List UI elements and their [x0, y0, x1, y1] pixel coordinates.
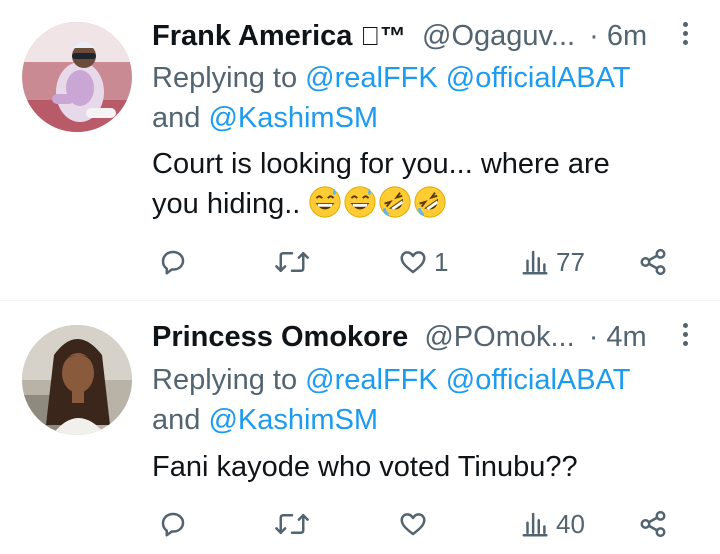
rolling-laughing-emoji: [414, 186, 446, 218]
mention-link[interactable]: @officialABAT: [446, 364, 631, 396]
views-count: 40: [556, 508, 585, 539]
retweet-icon: [275, 514, 309, 534]
tweet-actions: 1 77: [152, 242, 692, 282]
like-button[interactable]: [398, 504, 434, 544]
tweet-actions: 40: [152, 504, 692, 544]
author-handle[interactable]: @POmok...: [424, 321, 574, 353]
views-button[interactable]: 40: [520, 504, 585, 544]
mention-link[interactable]: @officialABAT: [446, 62, 631, 94]
views-icon: [522, 512, 548, 537]
replying-prefix: Replying to: [152, 62, 298, 94]
grinning-sweat-emoji: [309, 186, 341, 218]
mention-link[interactable]: @realFFK: [305, 364, 438, 396]
retweet-button[interactable]: [274, 504, 310, 544]
tweet[interactable]: Princess Omokore @POmok... · 4m Replying…: [0, 301, 720, 554]
reply-icon: [161, 512, 185, 537]
tweet-text: Fani kayode who voted Tinubu??: [152, 447, 692, 487]
retweet-button[interactable]: [274, 242, 310, 282]
reply-button[interactable]: [158, 504, 188, 544]
tweet-header: Frank America ™ @Ogaguv... · 6m: [152, 14, 712, 58]
timestamp[interactable]: · 4m: [589, 321, 647, 353]
views-count: 77: [556, 246, 585, 277]
more-icon[interactable]: [680, 323, 690, 353]
timestamp[interactable]: · 6m: [589, 20, 647, 52]
retweet-icon: [275, 252, 309, 272]
rolling-laughing-emoji: [379, 186, 411, 218]
avatar[interactable]: [22, 325, 132, 435]
replying-and: and: [152, 102, 201, 134]
mention-link[interactable]: @KashimSM: [208, 102, 378, 134]
tweet-text: Court is looking for you... where are yo…: [152, 144, 692, 224]
tweet-text-line: Court is looking for you... where are: [152, 148, 610, 180]
replying-prefix: Replying to: [152, 364, 298, 396]
tweet-header: Princess Omokore @POmok... · 4m: [152, 315, 712, 359]
grinning-sweat-emoji: [344, 186, 376, 218]
tweet-text-line: Fani kayode who voted Tinubu??: [152, 451, 578, 483]
tweet-text-line: you hiding..: [152, 188, 301, 220]
like-icon: [400, 251, 426, 274]
author-badge: ™: [360, 21, 406, 51]
author-name[interactable]: Frank America: [152, 20, 352, 52]
like-icon: [400, 513, 426, 536]
author-handle[interactable]: @Ogaguv...: [422, 20, 575, 52]
like-count: 1: [434, 246, 449, 277]
replying-and: and: [152, 404, 201, 436]
more-icon[interactable]: [680, 22, 690, 52]
mention-link[interactable]: @KashimSM: [208, 404, 378, 436]
reply-icon: [161, 250, 185, 275]
replying-to: Replying to @realFFK @officialABAT and @…: [152, 58, 692, 138]
replying-to: Replying to @realFFK @officialABAT and @…: [152, 360, 692, 440]
reply-button[interactable]: [158, 242, 188, 282]
views-button[interactable]: 77: [520, 242, 585, 282]
share-button[interactable]: [638, 242, 668, 282]
author-name[interactable]: Princess Omokore: [152, 321, 408, 353]
share-icon: [640, 248, 666, 276]
views-icon: [522, 250, 548, 275]
share-icon: [640, 510, 666, 538]
avatar[interactable]: [22, 22, 132, 132]
like-button[interactable]: 1: [398, 242, 448, 282]
tweet[interactable]: Frank America ™ @Ogaguv... · 6m Replyin…: [0, 0, 720, 300]
mention-link[interactable]: @realFFK: [305, 62, 438, 94]
share-button[interactable]: [638, 504, 668, 544]
